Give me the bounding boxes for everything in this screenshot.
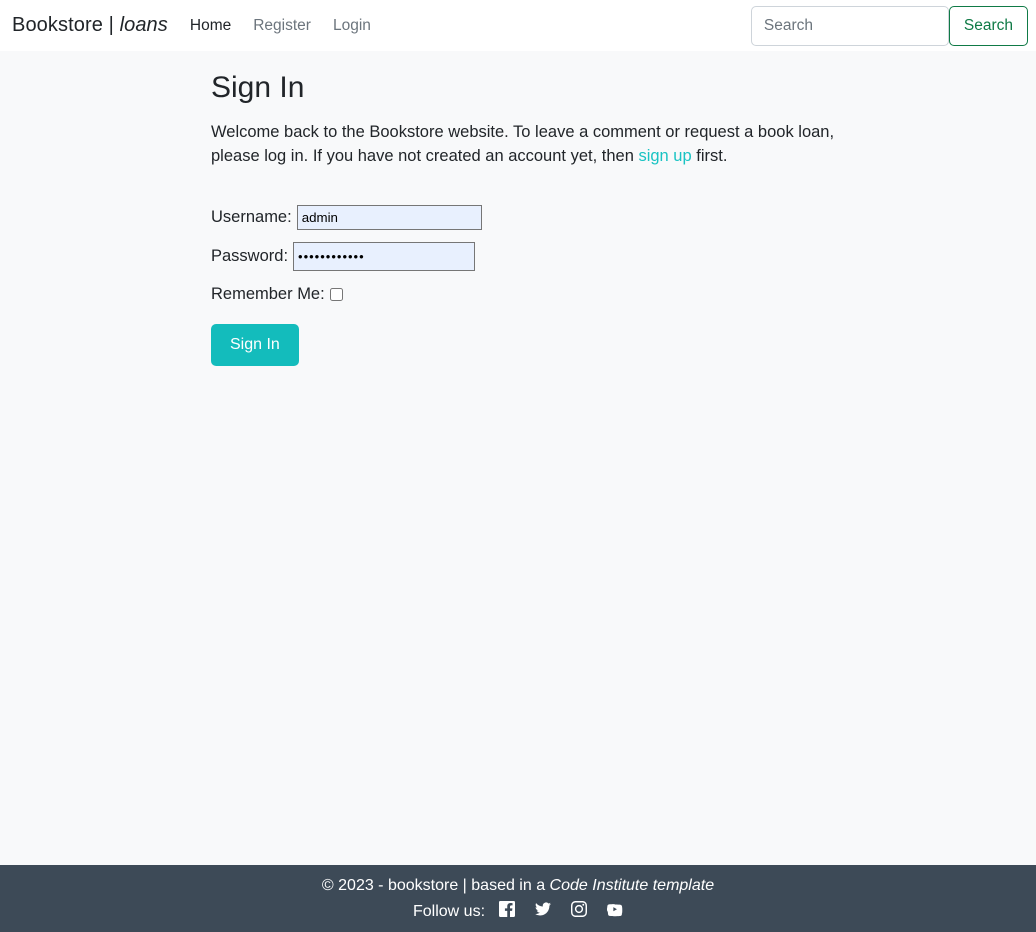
password-input[interactable]: [293, 242, 476, 271]
intro-text-part2: first.: [691, 147, 728, 165]
footer-copyright-text: © 2023 - bookstore | based in a: [321, 877, 550, 894]
social-item-facebook: [499, 901, 516, 922]
social-links: [499, 901, 623, 922]
password-row: Password:: [211, 242, 891, 271]
nav-item-home: Home: [190, 17, 231, 35]
intro-text: Welcome back to the Bookstore website. T…: [211, 120, 836, 168]
search-input[interactable]: [750, 5, 949, 46]
facebook-icon[interactable]: [499, 901, 516, 917]
brand-label: Bookstore |: [12, 14, 120, 36]
search-form: Search: [750, 5, 1028, 46]
footer-social-row: Follow us:: [413, 901, 623, 922]
instagram-icon[interactable]: [571, 901, 588, 917]
navbar: Bookstore | loans Home Register Login Se…: [0, 0, 1036, 51]
follow-us-label: Follow us:: [412, 902, 486, 920]
social-item-instagram: [571, 901, 588, 922]
brand-emphasis-label: loans: [119, 14, 168, 36]
footer-copyright: © 2023 - bookstore | based in a Code Ins…: [322, 875, 714, 897]
social-item-twitter: [535, 901, 552, 922]
page-title: Sign In: [211, 71, 305, 104]
footer: © 2023 - bookstore | based in a Code Ins…: [0, 865, 1036, 932]
footer-template-credit: Code Institute template: [549, 877, 715, 894]
signin-container: Sign In Welcome back to the Bookstore we…: [211, 51, 891, 366]
nav-link-home[interactable]: Home: [190, 17, 231, 34]
nav-item-register: Register: [253, 17, 311, 35]
sign-in-button[interactable]: Sign In: [211, 324, 299, 366]
nav-item-login: Login: [333, 17, 371, 35]
main-content: Sign In Welcome back to the Bookstore we…: [0, 51, 1036, 366]
sign-up-link[interactable]: sign up: [638, 147, 691, 165]
nav-link-login[interactable]: Login: [333, 17, 371, 34]
youtube-icon[interactable]: [607, 901, 623, 917]
username-label: Username:: [211, 208, 292, 226]
remember-me-label: Remember Me:: [211, 285, 325, 303]
nav-link-register[interactable]: Register: [253, 17, 311, 34]
nav-links: Home Register Login: [190, 17, 371, 35]
intro-text-part1: Welcome back to the Bookstore website. T…: [211, 123, 835, 165]
social-item-youtube: [607, 901, 623, 922]
remember-me-checkbox[interactable]: [329, 288, 343, 301]
twitter-icon[interactable]: [535, 901, 552, 917]
remember-me-row: Remember Me:: [211, 285, 891, 304]
search-button[interactable]: Search: [948, 5, 1028, 46]
brand-logo[interactable]: Bookstore | loans: [12, 14, 168, 37]
signin-form: Username: Password: Remember Me: Sign In: [211, 205, 891, 366]
username-row: Username:: [211, 205, 891, 230]
username-input[interactable]: [296, 205, 482, 230]
password-label: Password:: [211, 247, 289, 265]
